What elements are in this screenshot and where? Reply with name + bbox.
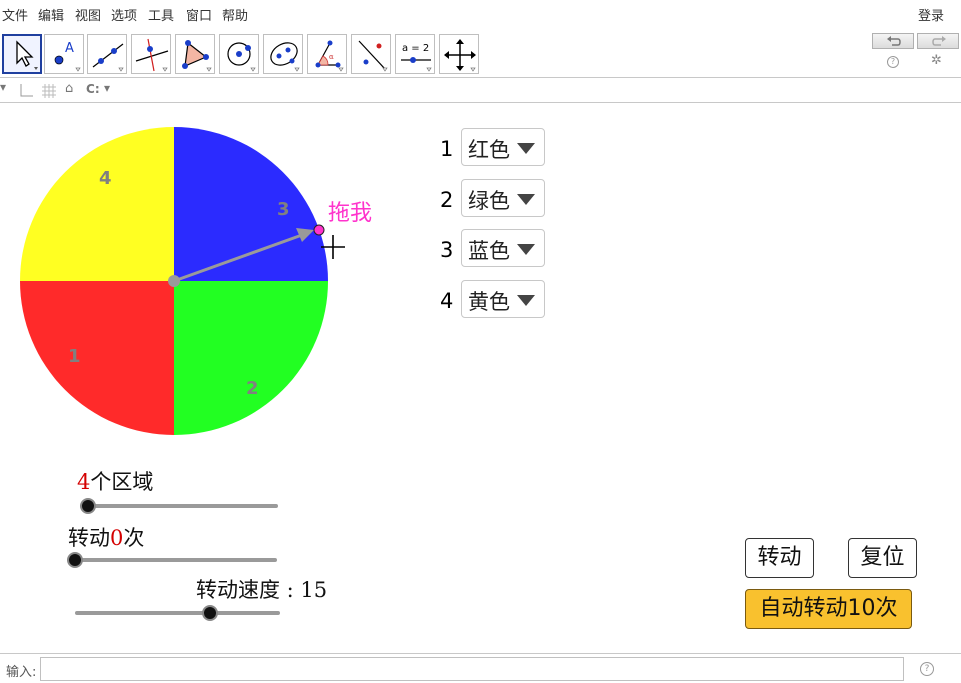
svg-text:A: A: [65, 41, 74, 56]
speed-slider-label: 转动速度 : 15: [196, 578, 328, 602]
polygon-tool-button[interactable]: [175, 34, 215, 74]
point-icon: A: [54, 41, 81, 72]
axes-toggle-icon[interactable]: [18, 83, 34, 98]
spins-value: 0: [110, 526, 124, 550]
spinner-sector-label: 1: [68, 346, 81, 367]
reflect-tool-button[interactable]: [351, 34, 391, 74]
auto-spin-button[interactable]: 自动转动10次: [745, 589, 912, 629]
dropdown-arrow-icon: [517, 244, 535, 255]
dropdown-arrow-icon: [517, 143, 535, 154]
menu-bar: 文件 编辑 视图 选项 工具 窗口 帮助 登录: [0, 0, 961, 26]
spinner-sector-label: 4: [99, 168, 112, 189]
slider-tool-button[interactable]: a = 2: [395, 34, 435, 74]
spins-slider-knob[interactable]: [67, 552, 83, 568]
row-number-4: 4: [440, 289, 454, 313]
spins-slider-label: 转动0次: [68, 526, 145, 550]
regions-value: 4: [77, 470, 91, 494]
circle-tool-button[interactable]: [219, 34, 259, 74]
spinner-sector-4: [20, 127, 174, 281]
perpendicular-line-icon: [135, 38, 169, 72]
spins-slider-track[interactable]: [67, 558, 277, 562]
redo-icon: [932, 36, 946, 46]
spinner-sector-label: 3: [277, 199, 290, 220]
input-bar: 输入: ?: [0, 653, 961, 683]
regions-slider-label: 4个区域: [77, 470, 154, 494]
regions-slider-track[interactable]: [80, 504, 278, 508]
spinner-sector-label: 2: [246, 378, 259, 399]
menu-file[interactable]: 文件: [2, 5, 28, 24]
point-tool-button[interactable]: A: [44, 34, 84, 74]
menu-options[interactable]: 选项: [111, 5, 137, 24]
polygon-icon: [182, 40, 212, 72]
reset-button[interactable]: 复位: [848, 538, 917, 578]
point-capture-toggle[interactable]: C:: [86, 82, 100, 96]
perpendicular-line-tool-button[interactable]: [131, 34, 171, 74]
menu-tools[interactable]: 工具: [148, 5, 174, 24]
spinner-sector-1: [20, 281, 174, 435]
menu-edit[interactable]: 编辑: [38, 5, 64, 24]
color-select-value: 红色: [468, 138, 510, 162]
drag-point[interactable]: [313, 224, 325, 236]
spin-button[interactable]: 转动: [745, 538, 814, 578]
spinner-sector-2: [174, 281, 328, 435]
dropdown-arrow-icon: [517, 194, 535, 205]
color-select-value: 黄色: [468, 290, 510, 314]
menu-window[interactable]: 窗口: [186, 5, 212, 24]
point-capture-dropdown-icon[interactable]: ▾: [104, 81, 110, 95]
input-label: 输入:: [6, 665, 37, 680]
pointer-pivot: [168, 275, 180, 287]
undo-icon: [887, 36, 901, 46]
move-arrows-icon: [444, 39, 476, 72]
help-icon[interactable]: ?: [887, 56, 899, 68]
row-number-3: 3: [440, 238, 454, 262]
color-select-3[interactable]: 蓝色: [461, 229, 545, 267]
gear-icon[interactable]: ✲: [931, 53, 942, 68]
color-select-value: 绿色: [468, 189, 510, 213]
drag-label: 拖我: [328, 201, 372, 226]
angle-icon: α: [315, 40, 344, 72]
angle-tool-button[interactable]: α: [307, 34, 347, 74]
menu-view[interactable]: 视图: [75, 5, 101, 24]
collapse-triangle-icon[interactable]: ▾: [0, 80, 6, 94]
conic-tool-button[interactable]: [263, 34, 303, 74]
style-bar: ▾ ⌂ C: ▾: [0, 79, 961, 103]
line-tool-button[interactable]: [87, 34, 127, 74]
toolbar: A α a = 2 ? ✲: [0, 26, 961, 78]
help-icon[interactable]: ?: [920, 662, 934, 676]
redo-button[interactable]: [917, 33, 959, 49]
slider-tool-text: a = 2: [402, 43, 429, 54]
ellipse-icon: [270, 42, 300, 72]
move-graphics-view-tool-button[interactable]: [439, 34, 479, 74]
speed-slider-track[interactable]: [75, 611, 280, 615]
reflect-icon: [358, 40, 388, 72]
spinner-sector-3: [174, 127, 328, 281]
row-number-1: 1: [440, 137, 454, 161]
cursor-arrow-icon: [16, 40, 38, 70]
circle-icon: [227, 42, 256, 72]
login-link[interactable]: 登录: [918, 5, 944, 24]
undo-button[interactable]: [872, 33, 914, 49]
grid-toggle-icon[interactable]: [41, 83, 57, 98]
slider-icon: a = 2: [401, 43, 432, 72]
menu-help[interactable]: 帮助: [222, 5, 248, 24]
command-input[interactable]: [40, 657, 904, 681]
color-select-2[interactable]: 绿色: [461, 179, 545, 217]
color-select-1[interactable]: 红色: [461, 128, 545, 166]
move-tool-button[interactable]: [2, 34, 42, 74]
row-number-2: 2: [440, 188, 454, 212]
regions-slider-knob[interactable]: [80, 498, 96, 514]
graphics-view[interactable]: 1 2 3 4 拖我 1 红色 2 绿色 3 蓝色 4 黄色 4个区域 转动0次 转动…: [0, 104, 961, 653]
dropdown-arrow-icon: [517, 295, 535, 306]
line-icon: [92, 43, 124, 72]
color-select-4[interactable]: 黄色: [461, 280, 545, 318]
color-select-value: 蓝色: [468, 239, 510, 263]
svg-text:α: α: [329, 53, 334, 61]
home-icon[interactable]: ⌂: [65, 81, 73, 96]
